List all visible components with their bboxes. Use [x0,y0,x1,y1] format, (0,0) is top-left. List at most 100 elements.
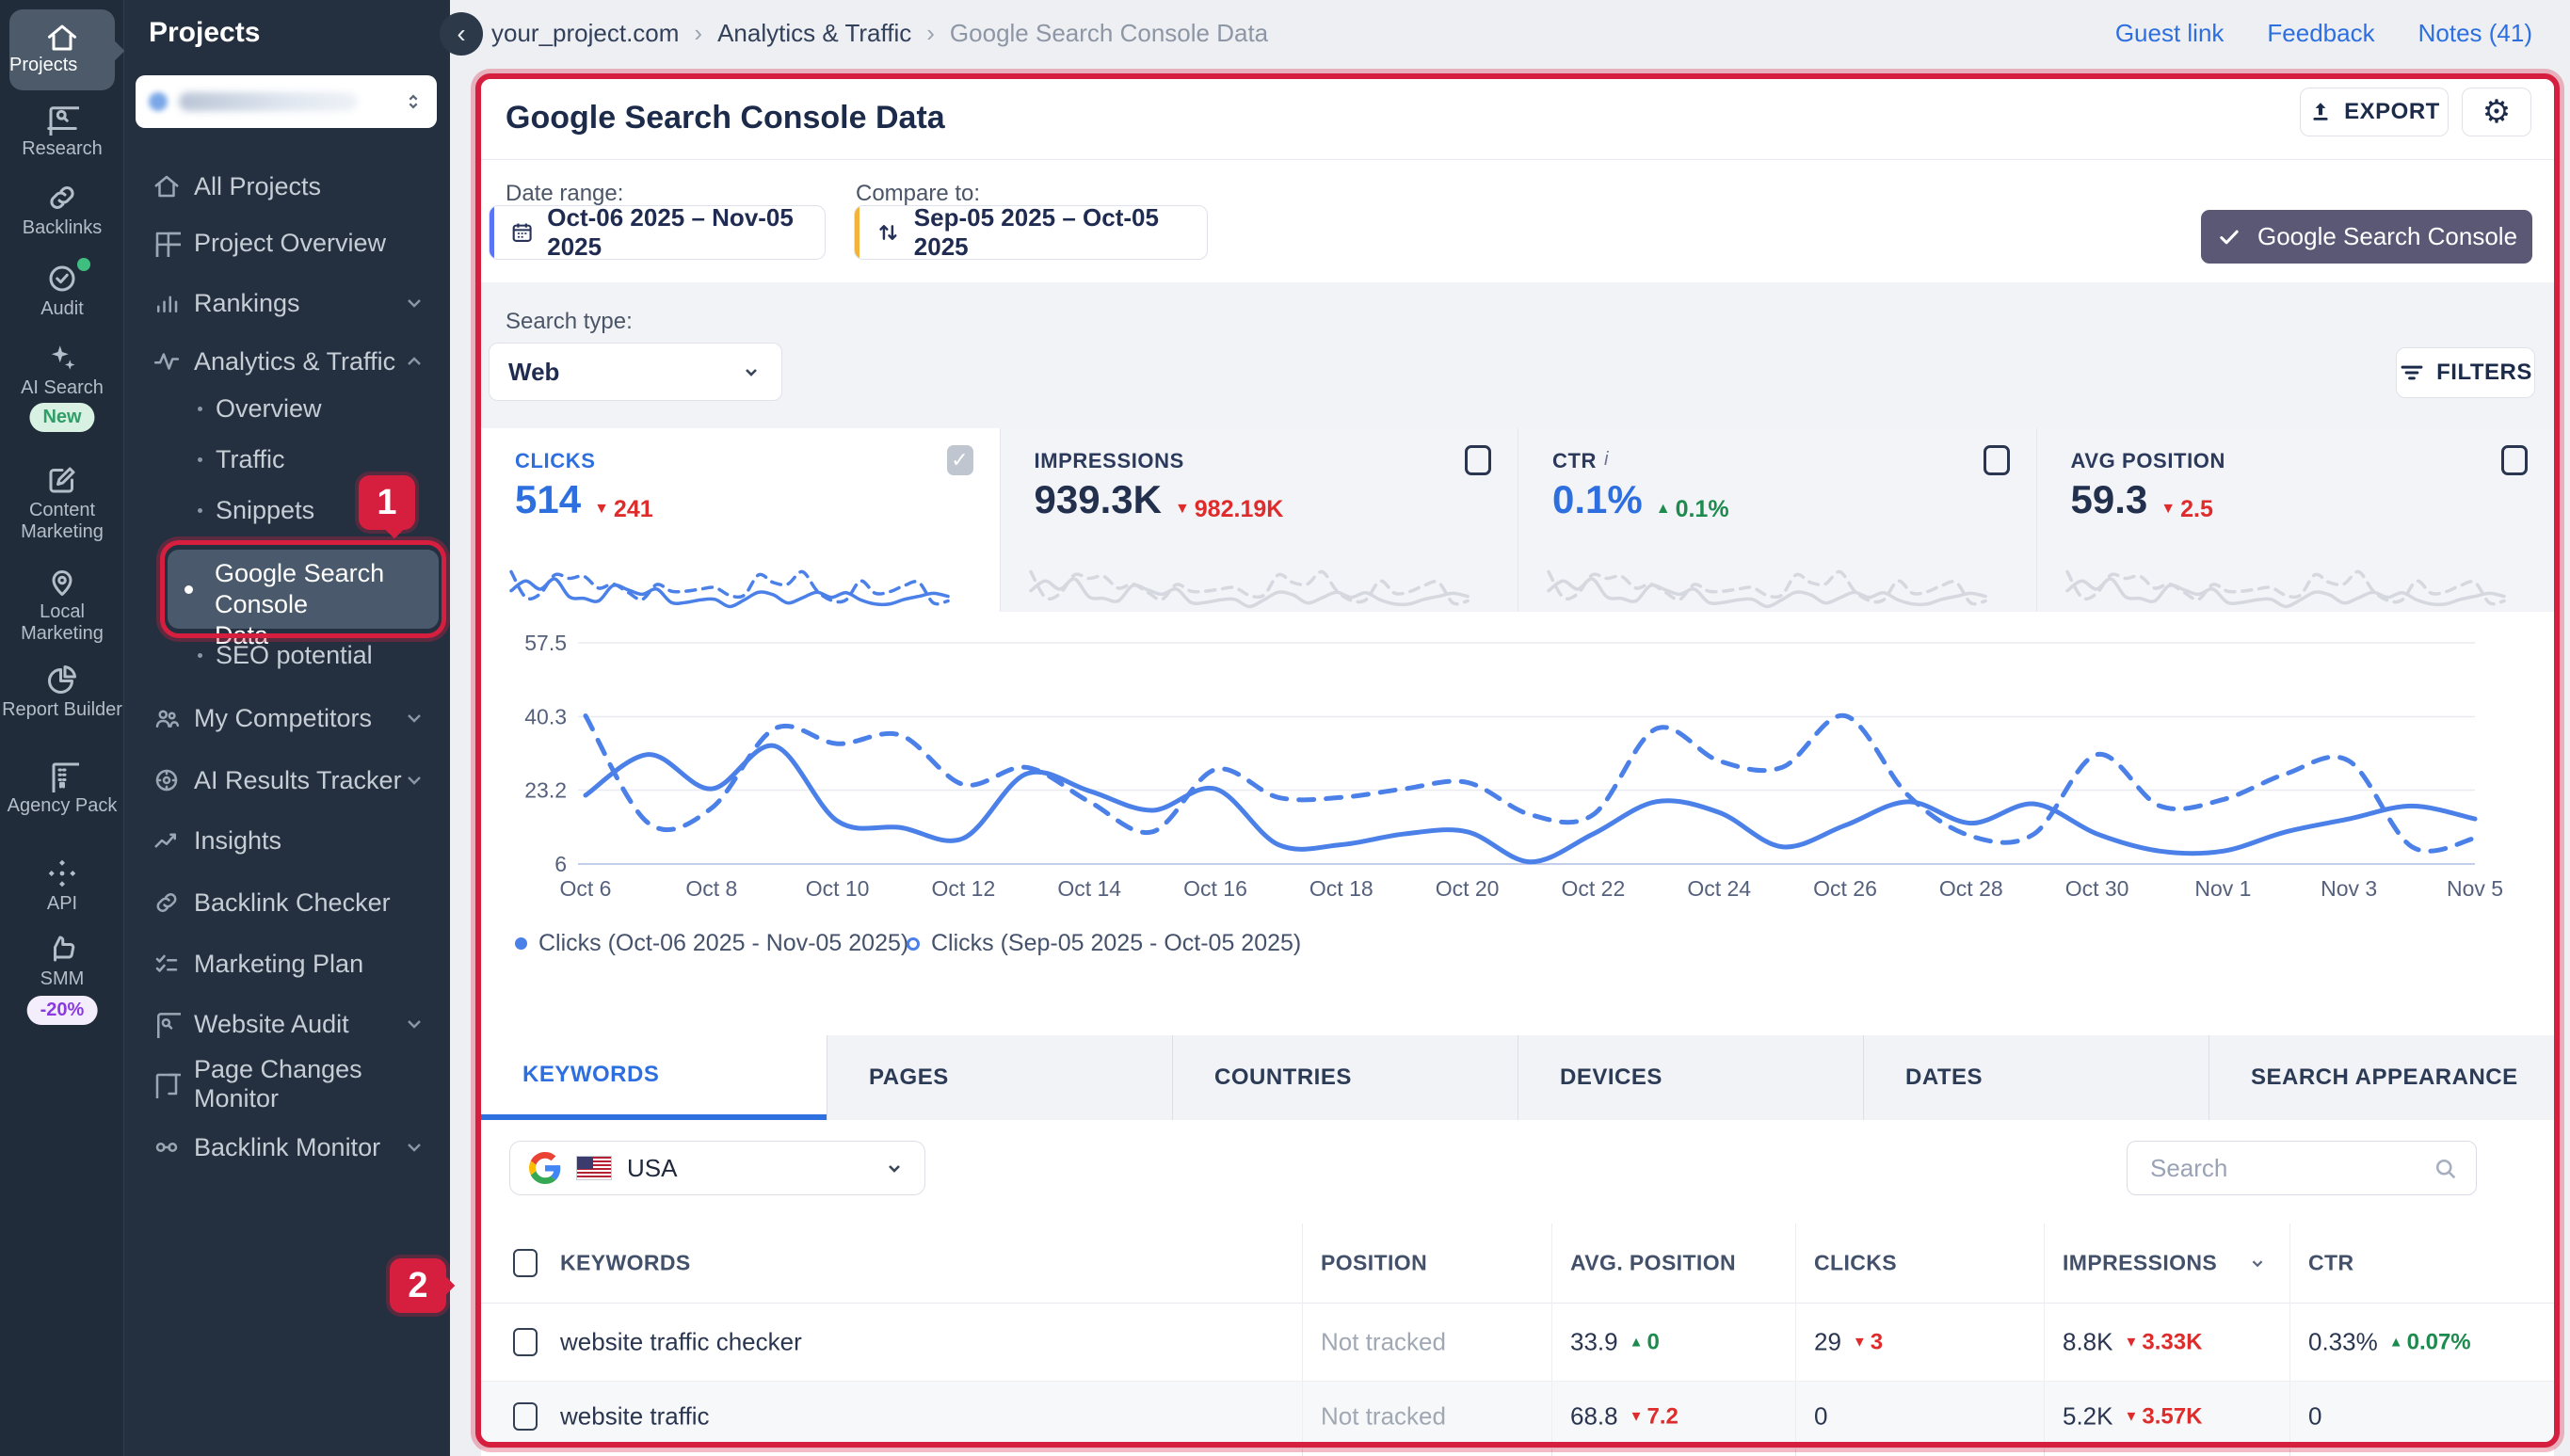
sidebar-item-insights[interactable]: Insights [124,816,450,865]
bullet-dot [198,508,202,513]
sidebar-item-rankings[interactable]: Rankings [124,279,450,328]
avg-position-cell: 33.9▲0 [1570,1328,1660,1357]
tab-pages[interactable]: PAGES [827,1035,1172,1120]
chevron-down-icon [403,1136,426,1159]
svg-text:23.2: 23.2 [524,778,567,803]
legend-item-previous[interactable]: Clicks (Sep-05 2025 - Oct-05 2025) [907,930,1301,957]
info-icon: i [1604,449,1609,470]
select-updown-icon [403,91,424,112]
sidebar-item-website-audit[interactable]: Website Audit [124,1000,450,1048]
audit-icon [45,262,79,296]
export-button[interactable]: EXPORT [2300,88,2449,136]
app-rail: Projects Research Backlinks Audit AI Sea… [0,0,124,1456]
rail-item-backlinks[interactable]: Backlinks [0,181,124,239]
breadcrumb-project[interactable]: your_project.com [491,19,679,48]
rail-item-local-marketing[interactable]: Local Marketing [0,565,124,645]
sidebar-subitem-label: Snippets [216,496,314,525]
trend-icon [153,826,181,855]
metric-label: CTRi [1552,449,1609,473]
sidebar-item-my-competitors[interactable]: My Competitors [124,694,450,743]
column-header-avg-position[interactable]: AVG. POSITION [1570,1251,1736,1276]
rail-item-report-builder[interactable]: Report Builder [0,663,124,721]
filters-button[interactable]: FILTERS [2396,347,2535,398]
rail-label: Research [0,138,124,160]
date-range-input[interactable]: Oct-06 2025 – Nov-05 2025 [489,205,826,260]
column-header-clicks[interactable]: CLICKS [1814,1251,1897,1276]
google-icon [529,1152,561,1184]
tab-keywords[interactable]: KEYWORDS [481,1035,827,1120]
guest-link[interactable]: Guest link [2115,19,2225,48]
metric-checkbox-checked[interactable]: ✓ [947,445,973,475]
sidebar-item-ai-results-tracker[interactable]: AI Results Tracker [124,756,450,805]
project-selector[interactable] [136,75,437,128]
legend-item-current[interactable]: Clicks (Oct-06 2025 - Nov-05 2025) [515,930,908,957]
column-header-impressions[interactable]: IMPRESSIONS [2063,1251,2217,1276]
topbar: your_project.com › Analytics & Traffic ›… [450,0,2570,66]
settings-button[interactable]: ⚙ [2462,88,2531,136]
building-icon [45,759,79,792]
metric-checkbox[interactable] [1984,445,2010,475]
search-engine-select[interactable]: USA [509,1141,925,1195]
sidebar-collapse-button[interactable]: ‹ [440,12,483,56]
sidebar-item-page-changes-monitor[interactable]: Page Changes Monitor [124,1060,450,1109]
column-header-ctr[interactable]: CTR [2308,1251,2353,1276]
sidebar-item-backlink-checker[interactable]: Backlink Checker [124,878,450,927]
tab-countries[interactable]: COUNTRIES [1172,1035,1518,1120]
rail-label: AI Search [0,377,124,399]
gsc-main-panel: Google Search Console Data EXPORT ⚙ Date… [475,73,2560,1448]
search-input[interactable] [2128,1142,2476,1194]
table-row: website traffic Not tracked 68.8▼7.2 0 5… [481,1382,2554,1448]
google-search-console-source-button[interactable]: Google Search Console [2201,210,2532,264]
rail-item-api[interactable]: API [0,856,124,915]
sidebar-item-project-overview[interactable]: Project Overview [124,218,450,267]
sidebar-subitem-google-search-console-data[interactable]: Google Search Console Data [168,550,439,629]
notes-link[interactable]: Notes (41) [2418,19,2532,48]
metric-label: CLICKS [515,449,596,473]
sidebar-item-all-projects[interactable]: All Projects [124,162,450,211]
rail-item-research[interactable]: Research [0,102,124,160]
sidebar-item-label: Website Audit [194,1010,349,1039]
compare-range-input[interactable]: Sep-05 2025 – Oct-05 2025 [854,205,1208,260]
ctr-cell: 0 [2308,1402,2321,1432]
column-header-keywords[interactable]: KEYWORDS [560,1251,691,1276]
row-checkbox[interactable] [513,1402,538,1431]
bullet-dot [198,653,202,658]
metric-delta: ▼982.19K [1175,496,1283,523]
metric-card-clicks[interactable]: CLICKS ✓ 514 ▼241 [481,428,1000,612]
metric-cards: CLICKS ✓ 514 ▼241 IMPRESSIONS 939.3K ▼98… [481,428,2554,612]
ctr-sparkline [1541,539,1993,611]
sidebar-item-backlink-monitor[interactable]: Backlink Monitor [124,1123,450,1172]
sidebar-item-analytics-traffic[interactable]: Analytics & Traffic [124,337,450,386]
chevron-down-icon [403,707,426,729]
row-checkbox[interactable] [513,1328,538,1356]
feedback-link[interactable]: Feedback [2267,19,2374,48]
breadcrumb-section[interactable]: Analytics & Traffic [717,19,911,48]
sidebar-subitem-overview[interactable]: Overview [124,388,450,429]
rail-item-audit[interactable]: Audit [0,262,124,320]
metric-card-ctr[interactable]: CTRi 0.1% ▲0.1% [1518,428,2036,612]
sort-chevron-icon[interactable] [2247,1253,2268,1273]
rail-item-ai-search[interactable]: AI Search New [0,341,124,399]
metric-card-impressions[interactable]: IMPRESSIONS 939.3K ▼982.19K [1000,428,1518,612]
sidebar-subitem-traffic[interactable]: Traffic [124,439,450,480]
rail-item-agency-pack[interactable]: Agency Pack [0,759,124,817]
tab-devices[interactable]: DEVICES [1518,1035,1863,1120]
breadcrumb-separator: › [926,19,935,48]
select-all-checkbox[interactable] [513,1249,538,1277]
search-type-select[interactable]: Web [489,343,782,401]
rail-item-smm[interactable]: SMM -20% [0,932,124,990]
sidebar-item-label: My Competitors [194,704,372,733]
rail-item-projects[interactable]: Projects [9,9,115,90]
metric-checkbox[interactable] [2501,445,2528,475]
rail-item-content-marketing[interactable]: Content Marketing [0,463,124,543]
metric-checkbox[interactable] [1465,445,1491,475]
clicks-cell: 29▼3 [1814,1328,1883,1357]
annotation-badge-2: 2 [390,1258,446,1313]
metric-card-avg-position[interactable]: AVG POSITION 59.3 ▼2.5 [2036,428,2555,612]
chevron-down-icon [403,292,426,314]
column-header-position[interactable]: POSITION [1321,1251,1427,1276]
tab-dates[interactable]: DATES [1863,1035,2209,1120]
sidebar-item-marketing-plan[interactable]: Marketing Plan [124,939,450,988]
tab-search-appearance[interactable]: SEARCH APPEARANCE [2209,1035,2554,1120]
breadcrumb-current: Google Search Console Data [950,19,1268,48]
